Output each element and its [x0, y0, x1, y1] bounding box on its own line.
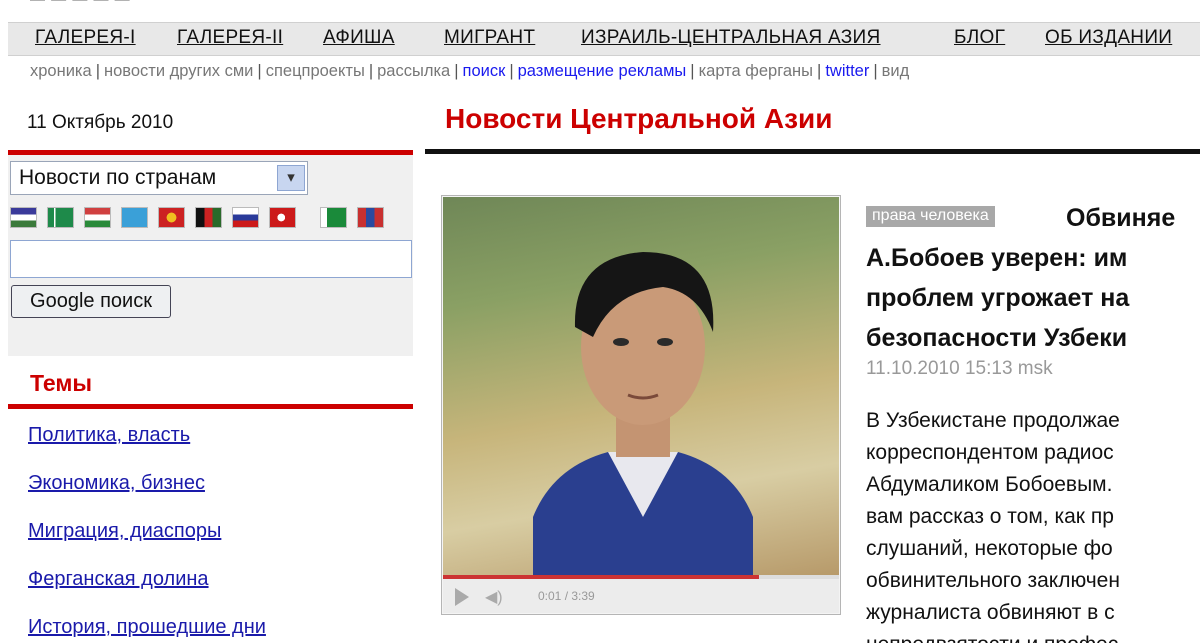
subnav-separator: | [690, 62, 695, 80]
nav-gallery-1[interactable]: ГАЛЕРЕЯ-I [35, 27, 136, 49]
article-body-line: В Узбекистане продолжае [866, 409, 1120, 432]
article-body-line: вам рассказ о том, как пр [866, 505, 1114, 528]
subnav-chronicle[interactable]: хроника [30, 62, 92, 80]
topic-link-migration[interactable]: Миграция, диаспоры [28, 520, 221, 543]
article-body-line: журналиста обвиняют в с [866, 601, 1115, 624]
topics-divider [8, 404, 413, 409]
main-nav: ГАЛЕРЕЯ-I ГАЛЕРЕЯ-II АФИША МИГРАНТ ИЗРАИ… [8, 22, 1200, 56]
chevron-down-icon[interactable]: ▾ [277, 165, 305, 191]
flag-icon[interactable] [158, 207, 185, 228]
subnav-separator: | [257, 62, 262, 80]
subnav-separator: | [454, 62, 459, 80]
article-body-line: корреспондентом радиос [866, 441, 1114, 464]
subnav-twitter[interactable]: twitter [825, 62, 869, 80]
article-body-line: непредвзятости и профес [866, 629, 1200, 643]
flag-icon[interactable] [320, 207, 347, 228]
top-sliver: — — — — — [0, 0, 1200, 22]
sliver-text: — — — — — [30, 0, 131, 8]
nav-migrant[interactable]: МИГРАНТ [444, 27, 535, 49]
country-flags [10, 207, 390, 231]
flag-icon[interactable] [47, 207, 74, 228]
sidebar-search-box: Новости по странам ▾ Google поиск [8, 150, 413, 356]
article-category-badge[interactable]: права человека [866, 206, 995, 227]
topic-link-history[interactable]: История, прошедшие дни [28, 616, 266, 639]
article-timestamp: 11.10.2010 15:13 msk [866, 358, 1053, 379]
video-player[interactable]: ◀) 0:01 / 3:39 [441, 195, 841, 615]
subnav-advertising[interactable]: размещение рекламы [518, 62, 687, 80]
article-body-line: Абдумаликом Бобоевым. [866, 473, 1113, 496]
play-icon[interactable] [455, 588, 469, 606]
search-input[interactable] [10, 240, 412, 278]
video-time: 0:01 / 3:39 [538, 589, 595, 603]
flag-icon[interactable] [10, 207, 37, 228]
article-body: В Узбекистане продолжае корреспондентом … [866, 405, 1200, 643]
section-title: Новости Центральной Азии [445, 103, 833, 134]
subnav-separator: | [873, 62, 878, 80]
subnav-special-projects[interactable]: спецпроекты [266, 62, 365, 80]
person-image [533, 252, 753, 575]
flag-icon[interactable] [121, 207, 148, 228]
video-frame[interactable] [443, 197, 839, 575]
sub-nav: хроника | новости других сми | спецпроекты | р… [30, 62, 1200, 86]
current-date: 11 Октябрь 2010 [27, 112, 174, 133]
country-select[interactable]: Новости по странам ▾ [10, 161, 308, 195]
subnav-separator: | [817, 62, 822, 80]
subnav-separator: | [368, 62, 374, 80]
nav-blog[interactable]: БЛОГ [954, 27, 1005, 49]
volume-icon[interactable]: ◀) [485, 587, 503, 607]
subnav-video[interactable]: вид [882, 62, 910, 80]
nav-gallery-2[interactable]: ГАЛЕРЕЯ-II [177, 27, 283, 49]
subnav-other-media[interactable]: новости других сми [104, 62, 253, 80]
subnav-search[interactable]: поиск [463, 62, 506, 80]
article-title-line[interactable]: безопасности Узбеки [866, 318, 1200, 358]
flag-icon[interactable] [232, 207, 259, 228]
video-controls: ◀) 0:01 / 3:39 [443, 579, 839, 613]
flag-icon[interactable] [84, 207, 111, 228]
subnav-separator: | [95, 62, 100, 80]
topic-link-fergana-valley[interactable]: Ферганская долина [28, 568, 209, 591]
subnav-separator: | [509, 62, 514, 80]
topics-heading: Темы [30, 370, 93, 396]
flag-icon[interactable] [269, 207, 296, 228]
nav-about[interactable]: ОБ ИЗДАНИИ [1045, 27, 1172, 49]
flag-icon[interactable] [357, 207, 384, 228]
topic-link-politics[interactable]: Политика, власть [28, 424, 190, 447]
article-body-line: слушаний, некоторые фо [866, 537, 1113, 560]
article-body-line: обвинительного заключен [866, 569, 1120, 592]
subnav-newsletter[interactable]: рассылка [377, 62, 450, 80]
google-search-button[interactable]: Google поиск [11, 285, 171, 318]
country-select-value: Новости по странам [19, 166, 217, 189]
topic-link-economy[interactable]: Экономика, бизнес [28, 472, 205, 495]
flag-icon[interactable] [195, 207, 222, 228]
article-title-line[interactable]: проблем угрожает на [866, 278, 1200, 318]
section-divider [425, 149, 1200, 154]
nav-afisha[interactable]: АФИША [323, 27, 395, 49]
article-title-line[interactable]: А.Бобоев уверен: им [866, 238, 1200, 278]
nav-israel-central-asia[interactable]: ИЗРАИЛЬ-ЦЕНТРАЛЬНАЯ АЗИЯ [581, 27, 881, 49]
subnav-fergana-map[interactable]: карта ферганы [699, 62, 813, 80]
